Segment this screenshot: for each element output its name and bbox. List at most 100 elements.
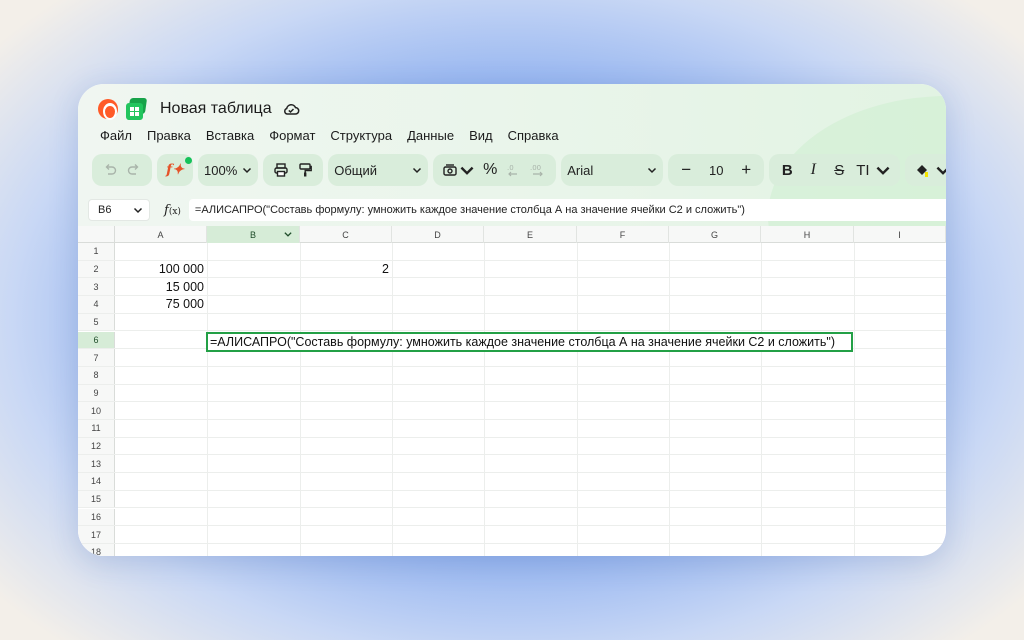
row-header[interactable]: 8 [78,366,115,384]
row-header[interactable]: 17 [78,526,115,543]
row-header[interactable]: 14 [78,473,115,490]
row-header[interactable]: 18 [78,543,115,556]
increase-decimal-button[interactable]: .00 [526,156,550,184]
menu-insert[interactable]: Вставка [206,128,254,143]
menu-view[interactable]: Вид [469,128,493,143]
row-header[interactable]: 7 [78,349,115,366]
cell-a4[interactable]: 75 000 [115,296,207,313]
menu-format[interactable]: Формат [269,128,315,143]
row-header[interactable]: 16 [78,508,115,526]
text-size-button[interactable]: TI [853,156,893,184]
sheets-logo-icon[interactable] [126,98,148,120]
row-header-selected[interactable]: 6 [78,331,115,349]
menu-bar: Файл Правка Вставка Формат Структура Дан… [100,128,559,143]
table-row: 9 [78,384,946,403]
svg-text:.0: .0 [507,164,514,172]
chevron-down-icon[interactable] [283,230,293,239]
active-cell-editor[interactable]: =АЛИСАПРО("Составь формулу: умножить каж… [206,332,853,352]
paint-bucket-icon [916,165,928,177]
chevron-down-icon [876,166,890,175]
column-header-i[interactable]: I [854,226,946,243]
ai-formula-button[interactable]: f✦ [163,156,192,184]
cloud-saved-icon[interactable] [282,100,300,118]
font-size-input[interactable]: 10 [702,156,730,184]
print-button[interactable] [269,156,293,184]
row-header[interactable]: 3 [78,278,115,296]
fill-color-button[interactable] [911,156,946,184]
zoom-value: 100% [204,162,238,178]
paint-format-button[interactable] [293,156,317,184]
cell-c2[interactable]: 2 [300,261,392,278]
table-row: 13 [78,455,946,474]
row-header[interactable]: 15 [78,490,115,508]
row-header[interactable]: 9 [78,384,115,402]
ai-formula-group: f✦ [157,154,193,186]
table-row: 16 [78,508,946,527]
bold-button[interactable]: B [775,156,799,184]
menu-file[interactable]: Файл [100,128,132,143]
table-row: 8 [78,366,946,385]
row-header[interactable]: 4 [78,296,115,313]
color-group [904,154,946,186]
zoom-select[interactable]: 100% [198,154,259,186]
undo-button[interactable] [98,156,122,184]
table-row: 10 [78,402,946,420]
column-header-c[interactable]: C [300,226,392,243]
cell-reference: B6 [98,204,112,216]
select-all-corner[interactable] [78,226,115,243]
redo-button[interactable] [122,156,146,184]
column-header-a[interactable]: A [115,226,207,243]
row-header[interactable]: 1 [78,243,115,260]
italic-button[interactable]: I [801,156,825,184]
number-format-select[interactable]: Общий [328,154,429,186]
decrease-decimal-button[interactable]: .0 [502,156,526,184]
column-header-d[interactable]: D [392,226,484,243]
formula-input[interactable]: =АЛИСАПРО("Составь формулу: умножить каж… [188,199,946,221]
column-header-f[interactable]: F [577,226,669,243]
column-header-g[interactable]: G [669,226,761,243]
name-box[interactable]: B6 [88,199,150,221]
spreadsheet-window: Новая таблица Файл Правка Вставка Формат… [78,84,946,556]
table-row: 1 [78,243,946,261]
percent-button[interactable]: % [478,156,502,184]
chevron-down-icon [243,167,252,174]
undo-icon [105,164,117,175]
history-group [92,154,152,186]
strikethrough-button[interactable]: S [827,156,851,184]
formula-bar: B6 f(x) =АЛИСАПРО("Составь формулу: умно… [78,197,946,223]
row-header[interactable]: 12 [78,437,115,455]
cell-a3[interactable]: 15 000 [115,278,207,295]
text-style-group: B I S TI [769,154,900,186]
column-header-e[interactable]: E [484,226,577,243]
text-size-label: TI [856,161,870,179]
cell-a2[interactable]: 100 000 [115,261,207,278]
row-header[interactable]: 11 [78,420,115,437]
column-header-row: A B C D E F G H I [78,226,946,243]
font-family-select[interactable]: Arial [561,154,664,186]
row-header[interactable]: 13 [78,455,115,473]
table-row: 12 [78,437,946,456]
font-size-increase-button[interactable]: + [734,156,758,184]
document-title[interactable]: Новая таблица [160,100,272,118]
menu-help[interactable]: Справка [508,128,559,143]
chevron-down-icon [936,166,946,175]
menu-data[interactable]: Данные [407,128,454,143]
function-icon: f(x) [164,202,181,218]
column-header-b[interactable]: B [207,226,300,243]
column-header-b-label: B [249,229,256,240]
currency-button[interactable] [439,156,478,184]
number-format-value: Общий [334,162,378,178]
chevron-down-icon [133,207,143,214]
font-size-decrease-button[interactable]: − [674,156,698,184]
money-icon [443,164,457,176]
number-tools-group: % .0 .00 [433,154,557,186]
menu-edit[interactable]: Правка [147,128,191,143]
row-header[interactable]: 5 [78,313,115,331]
print-format-group [263,154,324,186]
svg-text:.00: .00 [530,164,541,172]
row-header[interactable]: 2 [78,260,115,278]
alice-logo-icon[interactable] [98,99,118,120]
row-header[interactable]: 10 [78,402,115,419]
column-header-h[interactable]: H [761,226,854,243]
menu-structure[interactable]: Структура [330,128,392,143]
